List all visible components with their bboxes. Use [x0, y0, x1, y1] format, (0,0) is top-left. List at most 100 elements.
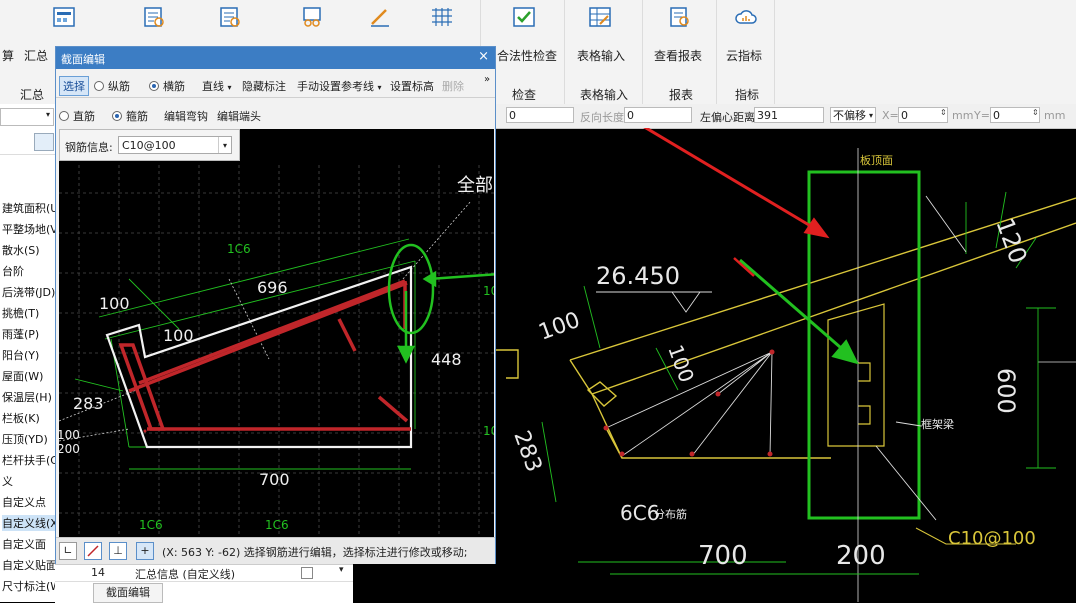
tab-section-edit[interactable]: 截面编辑 — [93, 583, 163, 603]
beam-outline — [807, 170, 921, 520]
tree-filter-select[interactable]: ▾ — [0, 108, 54, 126]
tree-item[interactable]: 屋面(W) — [2, 368, 56, 384]
chevron-down-icon[interactable]: ▾ — [218, 137, 231, 153]
component-tree: ▾ 建筑面积(U 平整场地(V 散水(S) 台阶后浇带(JD) 挑檐(T) 雨蓬(P) 阳台… — [0, 104, 57, 602]
table-input-icon[interactable] — [588, 6, 612, 28]
overflow-icon[interactable]: » — [484, 74, 490, 85]
calc-button[interactable]: 算 — [2, 47, 14, 64]
dialog-titlebar[interactable]: 截面编辑 × — [56, 47, 495, 69]
tree-item[interactable]: 散水(S) — [2, 242, 56, 258]
offset-mode-value: 不偏移 — [833, 109, 866, 122]
line-dropdown[interactable]: 直线 ▾ — [202, 78, 232, 94]
radio-icon — [94, 81, 104, 91]
tree-item[interactable]: 自定义点 — [2, 494, 56, 510]
stirrup-radio[interactable]: 箍筋 — [112, 108, 148, 124]
tree-item[interactable]: 自定义线(X — [2, 515, 56, 531]
tree-item[interactable]: 栏板(K) — [2, 410, 56, 426]
calc-icon[interactable] — [52, 6, 76, 28]
tree-item[interactable]: 自定义面 — [2, 536, 56, 552]
chevron-down-icon[interactable]: ▾ — [339, 565, 344, 575]
tree-item[interactable]: 平整场地(V — [2, 221, 56, 237]
manual-ref-line-dropdown[interactable]: 手动设置参考线 ▾ — [297, 78, 382, 94]
tree-item[interactable]: 义 — [2, 473, 56, 489]
close-icon[interactable]: × — [478, 49, 489, 64]
grid-icon[interactable] — [430, 6, 454, 28]
cad-drawing-canvas[interactable]: 120 26.450 100 100 600 283 6C6 分布筋 700 2… — [496, 128, 1076, 602]
polar-icon[interactable] — [84, 542, 102, 560]
snap-icon[interactable]: + — [136, 542, 154, 560]
spinner-icon[interactable]: ⇕ — [1032, 108, 1039, 117]
list-view-icon[interactable] — [34, 133, 54, 151]
group-report: 报表 — [669, 88, 694, 102]
rebar-info-input[interactable]: C10@100 ▾ — [118, 136, 232, 154]
group-summary: 汇总 — [20, 88, 45, 102]
dialog-statusbar: ∟ ⊥ + (X: 563 Y: -62) 选择钢筋进行编辑，选择标注进行修改或… — [56, 537, 495, 564]
delete-button[interactable]: 删除 — [442, 78, 464, 94]
dialog-title: 截面编辑 — [61, 53, 105, 66]
tree-item[interactable]: 压顶(YD) — [2, 431, 56, 447]
summary-button[interactable]: 汇总 — [24, 47, 48, 64]
orthogonal-icon[interactable]: ∟ — [59, 542, 77, 560]
rebar-1c6-top-label: 1C6 — [227, 242, 251, 256]
reverse-length-input[interactable]: 0 — [624, 107, 692, 123]
group-table-input: 表格输入 — [580, 88, 629, 102]
longitudinal-label: 纵筋 — [108, 80, 130, 93]
leader-lines — [59, 200, 472, 442]
cloud-icon[interactable] — [734, 6, 758, 28]
section-canvas[interactable]: 全部 1C6 696 100 100 448 283 100 200 700 1… — [59, 129, 494, 537]
tree-item[interactable]: 建筑面积(U — [2, 200, 56, 216]
line-label: 直线 — [202, 80, 224, 93]
legality-check-button[interactable]: 合法性检查 — [497, 47, 557, 64]
hide-annotation-button[interactable]: 隐藏标注 — [242, 78, 286, 94]
set-elevation-button[interactable]: 设置标高 — [390, 78, 434, 94]
tree-item[interactable]: 自定义贴面 — [2, 557, 56, 573]
select-button[interactable]: 选择 — [59, 76, 89, 96]
table-row[interactable]: 14 汇总信息 (自定义线) ▾ — [55, 565, 353, 582]
divider — [0, 154, 56, 155]
edit-hook-button[interactable]: 编辑弯钩 — [164, 108, 208, 124]
cloud-index-button[interactable]: 云指标 — [726, 47, 762, 64]
tree-item[interactable]: 挑檐(T) — [2, 305, 56, 321]
dim-448-label: 448 — [431, 350, 462, 369]
ribbon-separator — [716, 0, 717, 104]
rebar-lines — [118, 279, 411, 431]
rebar-info-label: 钢筋信息: — [65, 141, 113, 154]
dim-283-label: 283 — [73, 394, 104, 413]
check-icon[interactable] — [512, 6, 536, 28]
rebar-spec-label: C10@100 — [948, 528, 1036, 549]
edit-end-button[interactable]: 编辑端头 — [217, 108, 261, 124]
x-unit: mm — [952, 109, 974, 122]
property-bar: 0 反向长度: 0 左偏心距离: 391 不偏移 ▾ X= 0 ⇕ mm Y= 0… — [496, 104, 1076, 129]
longitudinal-radio[interactable]: 纵筋 — [94, 78, 130, 94]
tree-item[interactable]: 阳台(Y) — [2, 347, 56, 363]
x-label: X= — [882, 109, 899, 122]
tree-item[interactable]: 雨蓬(P) — [2, 326, 56, 342]
length-input[interactable]: 0 — [506, 107, 574, 123]
tree-item[interactable]: 尺寸标注(W) — [2, 578, 56, 594]
summary-icon[interactable] — [142, 6, 166, 28]
view-report-icon[interactable] — [668, 6, 692, 28]
red-arrow — [643, 128, 830, 239]
offset-mode-select[interactable]: 不偏移 ▾ — [830, 107, 876, 123]
pencil-icon[interactable] — [368, 6, 392, 28]
straight-bar-radio[interactable]: 直筋 — [59, 108, 95, 124]
table-input-button[interactable]: 表格输入 — [577, 47, 625, 64]
slab-edge — [591, 393, 831, 459]
tree-item[interactable]: 栏杆扶手(G — [2, 452, 56, 468]
view-icon[interactable] — [300, 6, 324, 28]
transverse-label: 横筋 — [163, 80, 185, 93]
spinner-icon[interactable]: ⇕ — [940, 108, 947, 117]
checkbox-icon[interactable] — [301, 567, 313, 579]
transverse-radio[interactable]: 横筋 — [149, 78, 185, 94]
view-report-button[interactable]: 查看报表 — [654, 47, 702, 64]
tree-item[interactable]: 后浇带(JD) — [2, 284, 56, 300]
summary-table-area: 14 汇总信息 (自定义线) ▾ 截面编辑 — [55, 564, 353, 603]
offset-label: 左偏心距离: — [700, 111, 759, 124]
top-tag-label: 板顶面 — [860, 153, 893, 167]
report-icon[interactable] — [218, 6, 242, 28]
dim-200-label: 200 — [836, 541, 886, 571]
tree-item[interactable]: 台阶 — [2, 263, 56, 279]
tree-item[interactable]: 保温层(H) — [2, 389, 56, 405]
perpendicular-icon[interactable]: ⊥ — [109, 542, 127, 560]
offset-input[interactable]: 391 — [754, 107, 824, 123]
